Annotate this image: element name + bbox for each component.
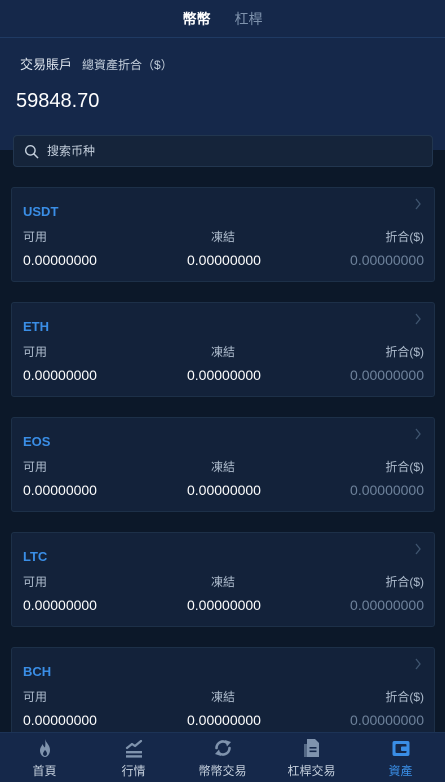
nav-assets[interactable]: 資產 xyxy=(356,737,445,779)
nav-label: 資產 xyxy=(388,763,413,778)
nav-market[interactable]: 行情 xyxy=(89,737,178,779)
total-assets-label: 總資產折合（$） xyxy=(82,58,173,72)
available-value: 0.00000000 xyxy=(23,367,97,383)
tab-margin[interactable]: 杠桿 xyxy=(235,9,263,29)
account-row: 交易賬戶 總資產折合（$） xyxy=(20,54,173,73)
nav-label: 首頁 xyxy=(32,763,57,778)
nav-spot-trade[interactable]: 幣幣交易 xyxy=(178,737,267,779)
tab-spot[interactable]: 幣幣 xyxy=(183,9,211,29)
total-assets-value: 59848.70 xyxy=(16,90,100,112)
converted-value: 0.00000000 xyxy=(350,367,424,383)
available-label: 可用 xyxy=(23,345,48,359)
converted-value: 0.00000000 xyxy=(350,482,424,498)
frozen-label: 凍結 xyxy=(211,460,236,474)
available-label: 可用 xyxy=(23,690,48,704)
frozen-label: 凍結 xyxy=(211,345,236,359)
nav-label: 幣幣交易 xyxy=(198,763,247,778)
converted-value: 0.00000000 xyxy=(350,252,424,268)
converted-label: 折合($) xyxy=(385,345,424,359)
wallet-icon xyxy=(392,740,409,756)
flame-icon xyxy=(39,738,50,757)
asset-name: USDT xyxy=(23,204,59,219)
converted-label: 折合($) xyxy=(385,690,424,704)
chevron-right-icon xyxy=(415,658,421,670)
chevron-right-icon xyxy=(415,198,421,210)
search-bar[interactable] xyxy=(13,135,433,167)
frozen-value: 0.00000000 xyxy=(187,712,261,728)
available-value: 0.00000000 xyxy=(23,252,97,268)
search-input[interactable] xyxy=(47,136,432,166)
asset-name: BCH xyxy=(23,664,52,679)
exchange-icon xyxy=(214,739,231,756)
nav-label: 杠桿交易 xyxy=(287,763,336,778)
asset-card-usdt[interactable]: USDT 可用 凍結 折合($) 0.00000000 0.00000000 0… xyxy=(11,187,435,282)
available-label: 可用 xyxy=(23,460,48,474)
frozen-value: 0.00000000 xyxy=(187,597,261,613)
top-tabs: 幣幣 杠桿 xyxy=(0,0,445,38)
asset-card-bch[interactable]: BCH 可用 凍結 折合($) 0.00000000 0.00000000 0.… xyxy=(11,647,435,742)
document-icon xyxy=(303,738,319,757)
app-root: 幣幣 杠桿 交易賬戶 總資產折合（$） 59848.70 USDT 可用 凍結 … xyxy=(0,0,445,782)
available-label: 可用 xyxy=(23,230,48,244)
converted-value: 0.00000000 xyxy=(350,712,424,728)
frozen-label: 凍結 xyxy=(211,230,236,244)
frozen-value: 0.00000000 xyxy=(187,482,261,498)
available-value: 0.00000000 xyxy=(23,597,97,613)
asset-card-ltc[interactable]: LTC 可用 凍結 折合($) 0.00000000 0.00000000 0.… xyxy=(11,532,435,627)
asset-card-eos[interactable]: EOS 可用 凍結 折合($) 0.00000000 0.00000000 0.… xyxy=(11,417,435,512)
chart-icon xyxy=(125,739,142,758)
chevron-right-icon xyxy=(415,313,421,325)
asset-name: EOS xyxy=(23,434,51,449)
converted-label: 折合($) xyxy=(385,575,424,589)
frozen-value: 0.00000000 xyxy=(187,367,261,383)
nav-label: 行情 xyxy=(121,763,146,778)
chevron-right-icon xyxy=(415,543,421,555)
available-label: 可用 xyxy=(23,575,48,589)
available-value: 0.00000000 xyxy=(23,482,97,498)
chevron-right-icon xyxy=(415,428,421,440)
converted-label: 折合($) xyxy=(385,230,424,244)
frozen-label: 凍結 xyxy=(211,575,236,589)
converted-label: 折合($) xyxy=(385,460,424,474)
converted-value: 0.00000000 xyxy=(350,597,424,613)
available-value: 0.00000000 xyxy=(23,712,97,728)
account-label: 交易賬戶 xyxy=(20,57,73,72)
account-header: 交易賬戶 總資產折合（$） 59848.70 xyxy=(0,38,445,150)
asset-name: LTC xyxy=(23,549,48,564)
asset-name: ETH xyxy=(23,319,49,334)
frozen-value: 0.00000000 xyxy=(187,252,261,268)
frozen-label: 凍結 xyxy=(211,690,236,704)
asset-card-eth[interactable]: ETH 可用 凍結 折合($) 0.00000000 0.00000000 0.… xyxy=(11,302,435,397)
bottom-nav: 首頁 行情 幣幣交易 杠桿交易 資產 xyxy=(0,732,445,782)
nav-margin-trade[interactable]: 杠桿交易 xyxy=(267,737,356,779)
search-icon xyxy=(24,144,39,158)
nav-home[interactable]: 首頁 xyxy=(0,737,89,779)
